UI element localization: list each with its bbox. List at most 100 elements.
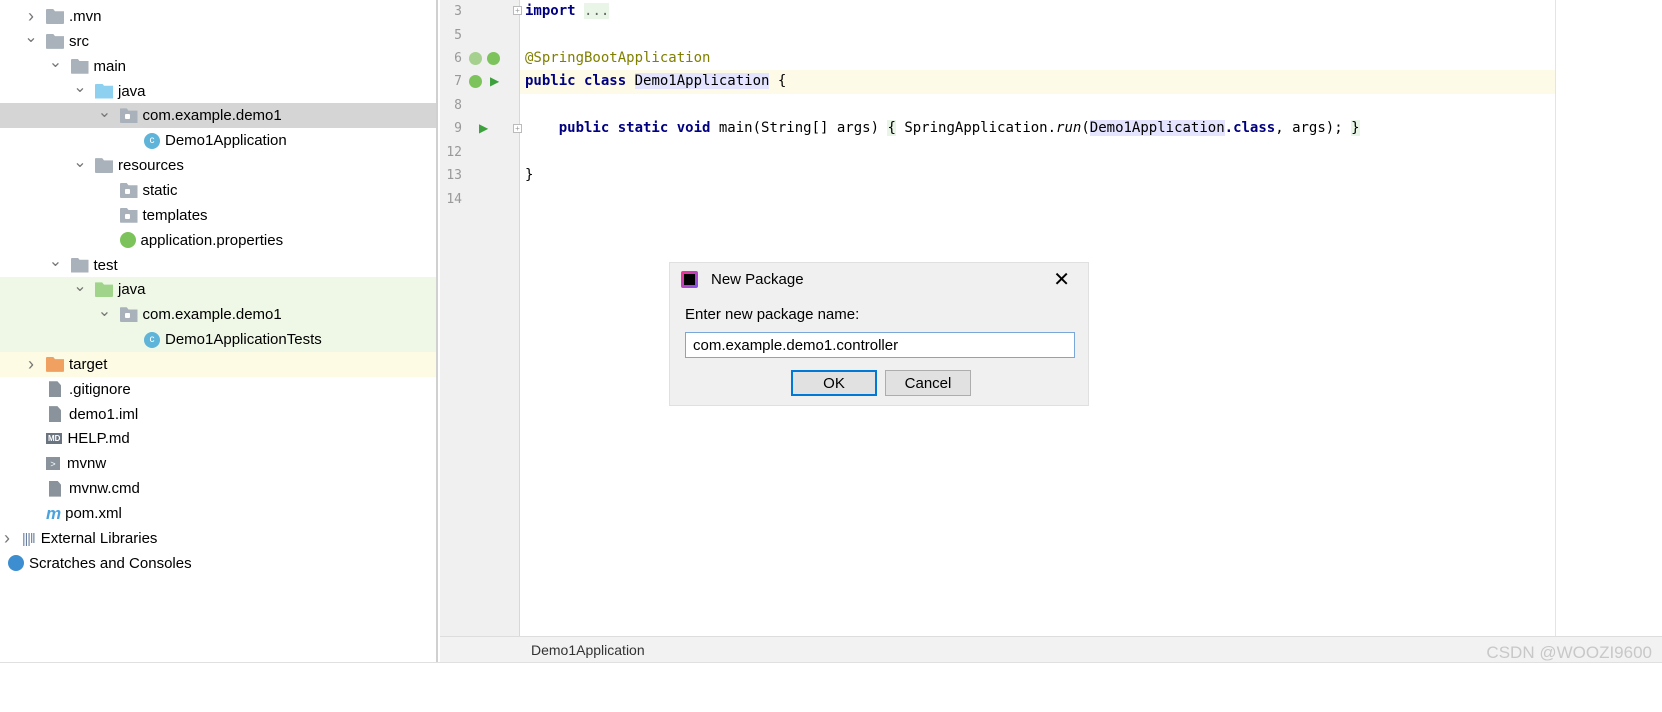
code-line-9: public static void main(String[] args) {…: [521, 117, 1360, 140]
tree-item[interactable]: MD HELP.md: [0, 426, 436, 451]
code-line-7: public class Demo1Application {: [521, 70, 786, 93]
method-call: run: [1056, 120, 1082, 136]
keyword: public class: [525, 73, 627, 89]
run-icon[interactable]: ▶: [479, 121, 488, 135]
fold-brace[interactable]: }: [1351, 120, 1360, 136]
scratches-icon: [8, 555, 24, 572]
tree-item[interactable]: c Demo1Application: [0, 128, 436, 153]
spring-bean-icon[interactable]: [469, 52, 482, 65]
tree-item[interactable]: application.properties: [0, 228, 436, 253]
tree-item-label: Demo1ApplicationTests: [165, 331, 322, 349]
brace: {: [769, 73, 787, 89]
tree-item[interactable]: › target: [0, 351, 436, 377]
package-icon: [119, 307, 138, 323]
file-icon: [49, 381, 61, 398]
source-folder-icon: [95, 83, 113, 99]
tree-item-label: templates: [142, 206, 208, 224]
chevron-down-icon[interactable]: ⌄: [73, 154, 87, 171]
close-icon[interactable]: ✕: [1053, 267, 1070, 292]
spring-boot-icon[interactable]: [469, 75, 482, 88]
fold-brace[interactable]: {: [887, 120, 896, 136]
folder-icon: [46, 9, 64, 24]
tree-item-label: Scratches and Consoles: [29, 554, 192, 572]
excluded-folder-icon: [46, 356, 64, 372]
status-bar: [0, 662, 1662, 712]
tree-item-label: External Libraries: [40, 529, 158, 547]
tree-item[interactable]: ⌄ com.example.demo1: [0, 302, 436, 328]
tree-item-label: com.example.demo1: [142, 306, 282, 324]
maven-icon: m: [46, 503, 62, 523]
folded-imports[interactable]: ...: [584, 3, 610, 19]
tree-item[interactable]: m pom.xml: [0, 501, 436, 526]
code-text: , args);: [1275, 120, 1352, 136]
keyword: .class: [1224, 120, 1276, 136]
new-package-dialog: New Package ✕ Enter new package name: OK…: [669, 262, 1089, 406]
tree-item[interactable]: › |||‖ External Libraries: [0, 526, 436, 551]
spring-class-icon: c: [144, 132, 160, 149]
tree-item-label: static: [142, 181, 178, 199]
chevron-down-icon[interactable]: ⌄: [49, 54, 63, 71]
tree-item[interactable]: ⌄ resources: [0, 153, 436, 178]
tree-item[interactable]: static: [0, 178, 436, 203]
tree-item[interactable]: ⌄ src: [0, 29, 436, 54]
chevron-down-icon[interactable]: ⌄: [24, 29, 38, 46]
tree-item-label: mvnw: [67, 455, 107, 473]
chevron-right-icon[interactable]: ›: [0, 528, 14, 548]
tree-item-label: main: [93, 57, 127, 75]
breadcrumb-item[interactable]: Demo1Application: [531, 642, 645, 658]
chevron-down-icon[interactable]: ⌄: [98, 303, 112, 320]
chevron-down-icon[interactable]: ⌄: [49, 253, 63, 270]
chevron-down-icon[interactable]: ⌄: [73, 278, 87, 295]
tree-item[interactable]: .gitignore: [0, 377, 436, 402]
line-number: 12: [446, 145, 462, 160]
tree-item[interactable]: ⌄ java: [0, 79, 436, 104]
line-number: 8: [454, 98, 462, 113]
editor-scrollbar-area[interactable]: [1555, 0, 1662, 636]
keyword: public static void: [558, 120, 711, 136]
tree-item[interactable]: c Demo1ApplicationTests: [0, 327, 436, 353]
tree-item[interactable]: › .mvn: [0, 4, 436, 29]
cancel-button[interactable]: Cancel: [885, 370, 971, 396]
chevron-right-icon[interactable]: ›: [24, 6, 38, 26]
code-text: SpringApplication.: [895, 120, 1057, 136]
class-name: Demo1Application: [634, 73, 770, 89]
class-ref: Demo1Application: [1089, 120, 1225, 136]
watermark: CSDN @WOOZI9600: [1486, 643, 1652, 662]
tree-item[interactable]: > mvnw: [0, 451, 436, 476]
line-number: 3: [454, 4, 462, 19]
tree-item-label: com.example.demo1: [142, 107, 282, 125]
tree-item[interactable]: templates: [0, 203, 436, 228]
run-icon[interactable]: ▶: [490, 74, 499, 88]
file-icon: [49, 480, 61, 497]
line-number: 14: [446, 192, 462, 207]
project-tree: › .mvn ⌄ src ⌄ main ⌄ java ⌄ com.example.demo1 c De…: [0, 0, 438, 662]
code-text: (: [1081, 120, 1090, 136]
tree-item-label: pom.xml: [65, 505, 122, 522]
tree-item-label: test: [93, 256, 118, 274]
ok-button[interactable]: OK: [791, 370, 877, 396]
spring-config-icon[interactable]: [487, 52, 500, 65]
tree-item[interactable]: ⌄ main: [0, 54, 436, 79]
keyword: import: [525, 3, 576, 19]
tree-item[interactable]: demo1.iml: [0, 402, 436, 427]
tree-item[interactable]: Scratches and Consoles: [0, 551, 436, 576]
tree-item[interactable]: ⌄ test: [0, 253, 436, 278]
tree-item[interactable]: mvnw.cmd: [0, 476, 436, 501]
package-name-input[interactable]: [685, 332, 1075, 358]
package-name-label: Enter new package name:: [685, 306, 860, 323]
tree-item[interactable]: ⌄ com.example.demo1: [0, 103, 436, 129]
tree-item[interactable]: ⌄ java: [0, 277, 436, 303]
chevron-down-icon[interactable]: ⌄: [73, 79, 87, 96]
chevron-right-icon[interactable]: ›: [24, 354, 38, 374]
tree-item-label: .gitignore: [69, 380, 131, 398]
tree-item-label: java: [118, 82, 146, 100]
chevron-down-icon[interactable]: ⌄: [98, 104, 112, 121]
line-number: 9: [454, 121, 462, 136]
